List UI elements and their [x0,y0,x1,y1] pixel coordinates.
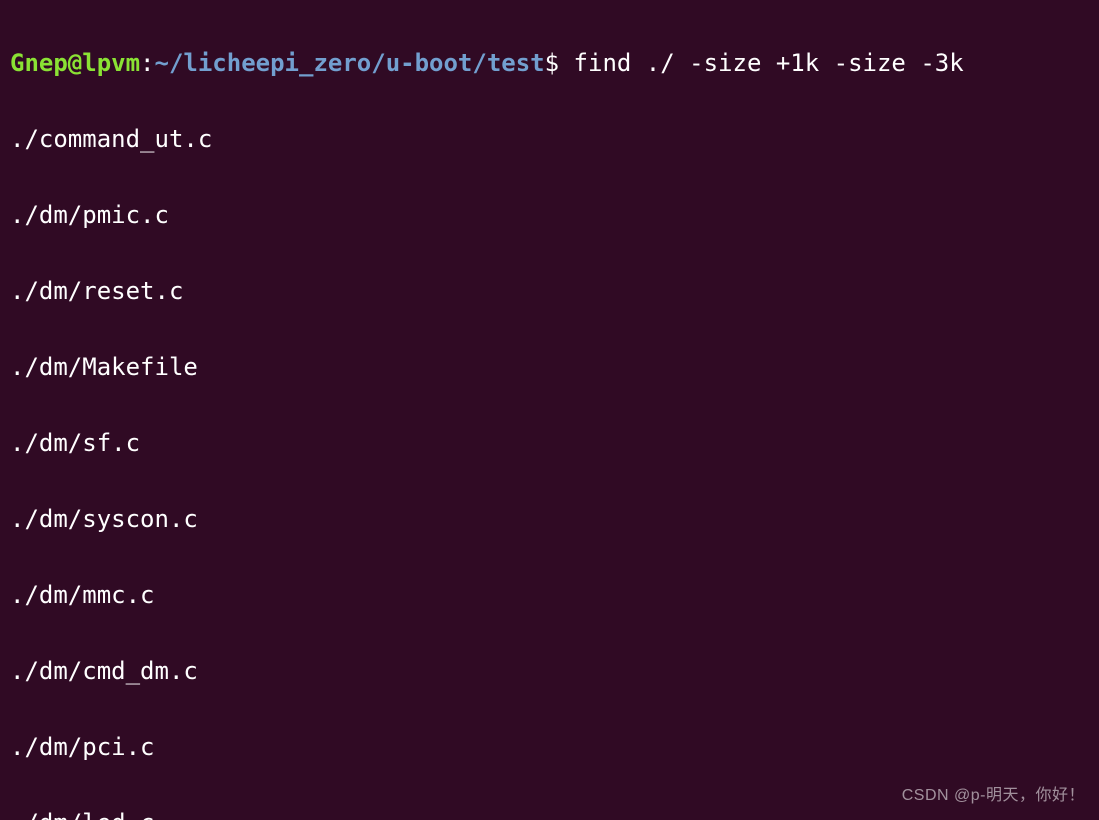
output-line: ./dm/sf.c [10,424,1089,462]
output-line: ./dm/mmc.c [10,576,1089,614]
prompt-path: ~/licheepi_zero/u-boot/test [155,49,545,77]
output-line: ./dm/cmd_dm.c [10,652,1089,690]
terminal-window[interactable]: Gnep@lpvm:~/licheepi_zero/u-boot/test$ f… [0,0,1099,820]
output-line: ./dm/pmic.c [10,196,1089,234]
command-text: find ./ -size +1k -size -3k [574,49,964,77]
prompt-colon: : [140,49,154,77]
output-line: ./dm/led.c [10,804,1089,820]
watermark-text: CSDN @p-明天，你好！ [902,788,1085,804]
command-line-1: Gnep@lpvm:~/licheepi_zero/u-boot/test$ f… [10,44,1089,82]
output-line: ./command_ut.c [10,120,1089,158]
prompt-at: @ [68,49,82,77]
output-line: ./dm/pci.c [10,728,1089,766]
prompt-dollar: $ [545,49,559,77]
prompt-user: Gnep [10,49,68,77]
output-line: ./dm/reset.c [10,272,1089,310]
prompt-host: lpvm [82,49,140,77]
output-line: ./dm/Makefile [10,348,1089,386]
output-line: ./dm/syscon.c [10,500,1089,538]
